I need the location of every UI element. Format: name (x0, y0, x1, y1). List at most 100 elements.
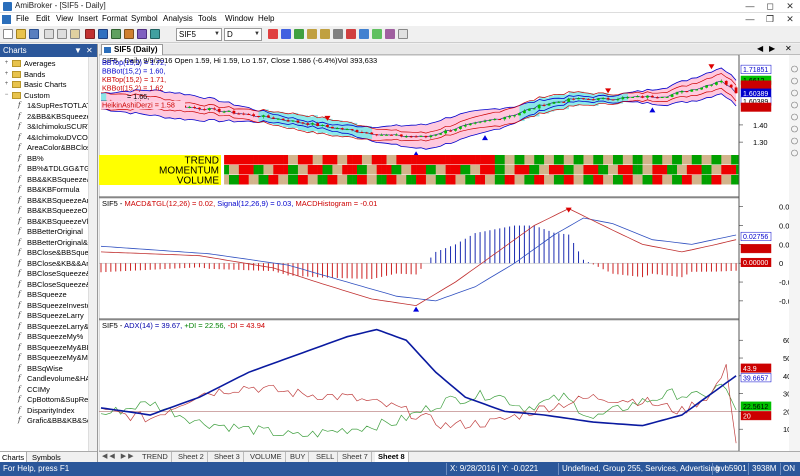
tab-symbols[interactable]: Symbols (30, 452, 63, 462)
expand-icon[interactable]: + (3, 58, 10, 69)
ribbon-cell (549, 175, 555, 185)
tree-folder[interactable]: − Custom (0, 90, 97, 101)
chart-icon[interactable] (85, 29, 95, 39)
tree-formula[interactable]: f BB&KBSqueezeAma (0, 195, 97, 206)
maximize-button[interactable]: ◻ (760, 0, 780, 13)
ribbon-cell (681, 165, 688, 175)
tree-formula[interactable]: f 2&BB&KBSqueeze& (0, 111, 97, 122)
chart-tab[interactable]: SIF5 (Daily) (101, 44, 163, 55)
chart-close-icon[interactable]: ✕ (785, 44, 792, 53)
channel-icon[interactable] (385, 29, 395, 39)
symbol-combo[interactable]: SIF5 ▼ (176, 28, 222, 41)
copy-icon[interactable] (57, 29, 67, 39)
menu-edit[interactable]: Edit (36, 14, 50, 23)
pin-icon[interactable]: ▼ (74, 44, 82, 57)
tree-formula[interactable]: f 3&IchimokuSCURT& (0, 121, 97, 132)
tree-folder[interactable]: + Bands (0, 69, 97, 80)
layout-icon[interactable] (137, 29, 147, 39)
zoom-out-icon[interactable] (320, 29, 330, 39)
menu-view[interactable]: View (56, 14, 73, 23)
tab-scroll-left-icon[interactable]: ◀ (757, 44, 763, 53)
tree-formula[interactable]: f BBSqueezeMy&MA (0, 352, 97, 363)
cut-icon[interactable] (44, 29, 54, 39)
ribbon-cell (366, 175, 373, 185)
doc-close-button[interactable]: ✕ (780, 13, 800, 25)
properties-icon[interactable] (398, 29, 408, 39)
tree-formula[interactable]: f BBSqueeze (0, 289, 97, 300)
tree-formula[interactable]: f AreaColor&BBClose (0, 142, 97, 153)
fibonacci-icon[interactable] (372, 29, 382, 39)
tree-formula[interactable]: f BB%&TDLGG&TGLC (0, 163, 97, 174)
open-icon[interactable] (16, 29, 26, 39)
minimize-button[interactable]: — (740, 0, 760, 13)
workspace-icon[interactable] (98, 29, 108, 39)
menu-file[interactable]: File (16, 14, 29, 23)
tree-formula[interactable]: f BBClose&BBSqueez (0, 247, 97, 258)
trendline-icon[interactable] (346, 29, 356, 39)
pane-close-icon[interactable]: ✕ (86, 44, 93, 57)
zoom-in-icon[interactable] (307, 29, 317, 39)
tree-formula[interactable]: f BB% (0, 153, 97, 164)
tree-formula[interactable]: f BBBetterOriginal (0, 226, 97, 237)
pane-scrollbar[interactable] (88, 57, 97, 451)
paste-icon[interactable] (70, 29, 80, 39)
axis-scroll-strip[interactable] (789, 55, 800, 451)
tree-formula[interactable]: f BB&&KBSqueeze&H (0, 174, 97, 185)
tree-formula[interactable]: f Candlevolume&HA (0, 373, 97, 384)
tree-formula[interactable]: f BBSqueezeLarry (0, 310, 97, 321)
tree-formula[interactable]: f BB&KBSqueezeOrig (0, 205, 97, 216)
formula-icon[interactable] (124, 29, 134, 39)
doc-restore-button[interactable]: ❐ (760, 13, 780, 25)
chart-canvas[interactable]: SIF5 - Daily 9/9/2016 Open 1.59, Hi 1.59… (99, 55, 800, 451)
tree-formula[interactable]: f CpBottom&SupRes (0, 394, 97, 405)
price-axis[interactable]: 1.401.301.718511.66121.603891.603890.060… (738, 55, 800, 451)
menu-format[interactable]: Format (102, 14, 127, 23)
tree-formula[interactable]: f BBSqWise (0, 363, 97, 374)
bar-icon[interactable] (281, 29, 291, 39)
tree-formula[interactable]: f CCIMy (0, 384, 97, 395)
tree-formula[interactable]: f BBSqueezeLarry&A (0, 321, 97, 332)
menu-insert[interactable]: Insert (78, 14, 98, 23)
tree-formula[interactable]: f 1&SupResTOTLAT& (0, 100, 97, 111)
tree-formula[interactable]: f BBCloseSqueeze&H (0, 279, 97, 290)
close-button[interactable]: ✕ (780, 0, 800, 13)
menu-analysis[interactable]: Analysis (163, 14, 193, 23)
sheet-nav-icon[interactable]: ◀◀ ▶▶ (102, 452, 135, 460)
analysis-icon[interactable] (111, 29, 121, 39)
tree-formula[interactable]: f BBSqueezeMy% (0, 331, 97, 342)
line-icon[interactable] (294, 29, 304, 39)
interval-combo[interactable]: D ▼ (224, 28, 262, 41)
tree-formula[interactable]: f BBClose&KB&&Are (0, 258, 97, 269)
tree-formula[interactable]: f Grafic&BB&KB&Sq (0, 415, 97, 426)
tree-formula[interactable]: f BBCloseSqueeze&H (0, 268, 97, 279)
refresh-icon[interactable] (150, 29, 160, 39)
price-pane[interactable]: SIF5 - Daily 9/9/2016 Open 1.59, Hi 1.59… (99, 55, 742, 198)
tree-folder[interactable]: + Basic Charts (0, 79, 97, 90)
tree-folder[interactable]: + Averages (0, 58, 97, 69)
expand-icon[interactable]: + (3, 69, 10, 80)
menu-window[interactable]: Window (225, 14, 253, 23)
menu-tools[interactable]: Tools (198, 14, 217, 23)
tab-charts[interactable]: Charts (0, 452, 28, 462)
tree-formula[interactable]: f DisparityIndex (0, 405, 97, 416)
macd-pane[interactable]: SIF5 - MACD&TGL(12,26) = 0.02, Signal(12… (99, 197, 740, 320)
expand-icon[interactable]: − (3, 90, 10, 101)
menu-help[interactable]: Help (258, 14, 274, 23)
candle-body (537, 104, 541, 109)
candle-icon[interactable] (268, 29, 278, 39)
crosshair-icon[interactable] (333, 29, 343, 39)
save-icon[interactable] (29, 29, 39, 39)
tree-formula[interactable]: f BB&KBSqueezeVlad (0, 216, 97, 227)
tree-formula[interactable]: f BB&KBFormula (0, 184, 97, 195)
tree-formula[interactable]: f 4&IchimokuDVCOM (0, 132, 97, 143)
text-tool-icon[interactable] (359, 29, 369, 39)
tree-formula[interactable]: f BBSqueezeMy&BB (0, 342, 97, 353)
tree-formula[interactable]: f BBBetterOriginal&E (0, 237, 97, 248)
adx-pane[interactable]: SIF5 - ADX(14) = 39.67, +DI = 22.56, -DI… (99, 319, 740, 451)
new-icon[interactable] (3, 29, 13, 39)
tab-scroll-right-icon[interactable]: ▶ (769, 44, 775, 53)
doc-minimize-button[interactable]: — (740, 13, 760, 25)
expand-icon[interactable]: + (3, 79, 10, 90)
tree-formula[interactable]: f BBSqueezeInvestop (0, 300, 97, 311)
menu-symbol[interactable]: Symbol (131, 14, 158, 23)
